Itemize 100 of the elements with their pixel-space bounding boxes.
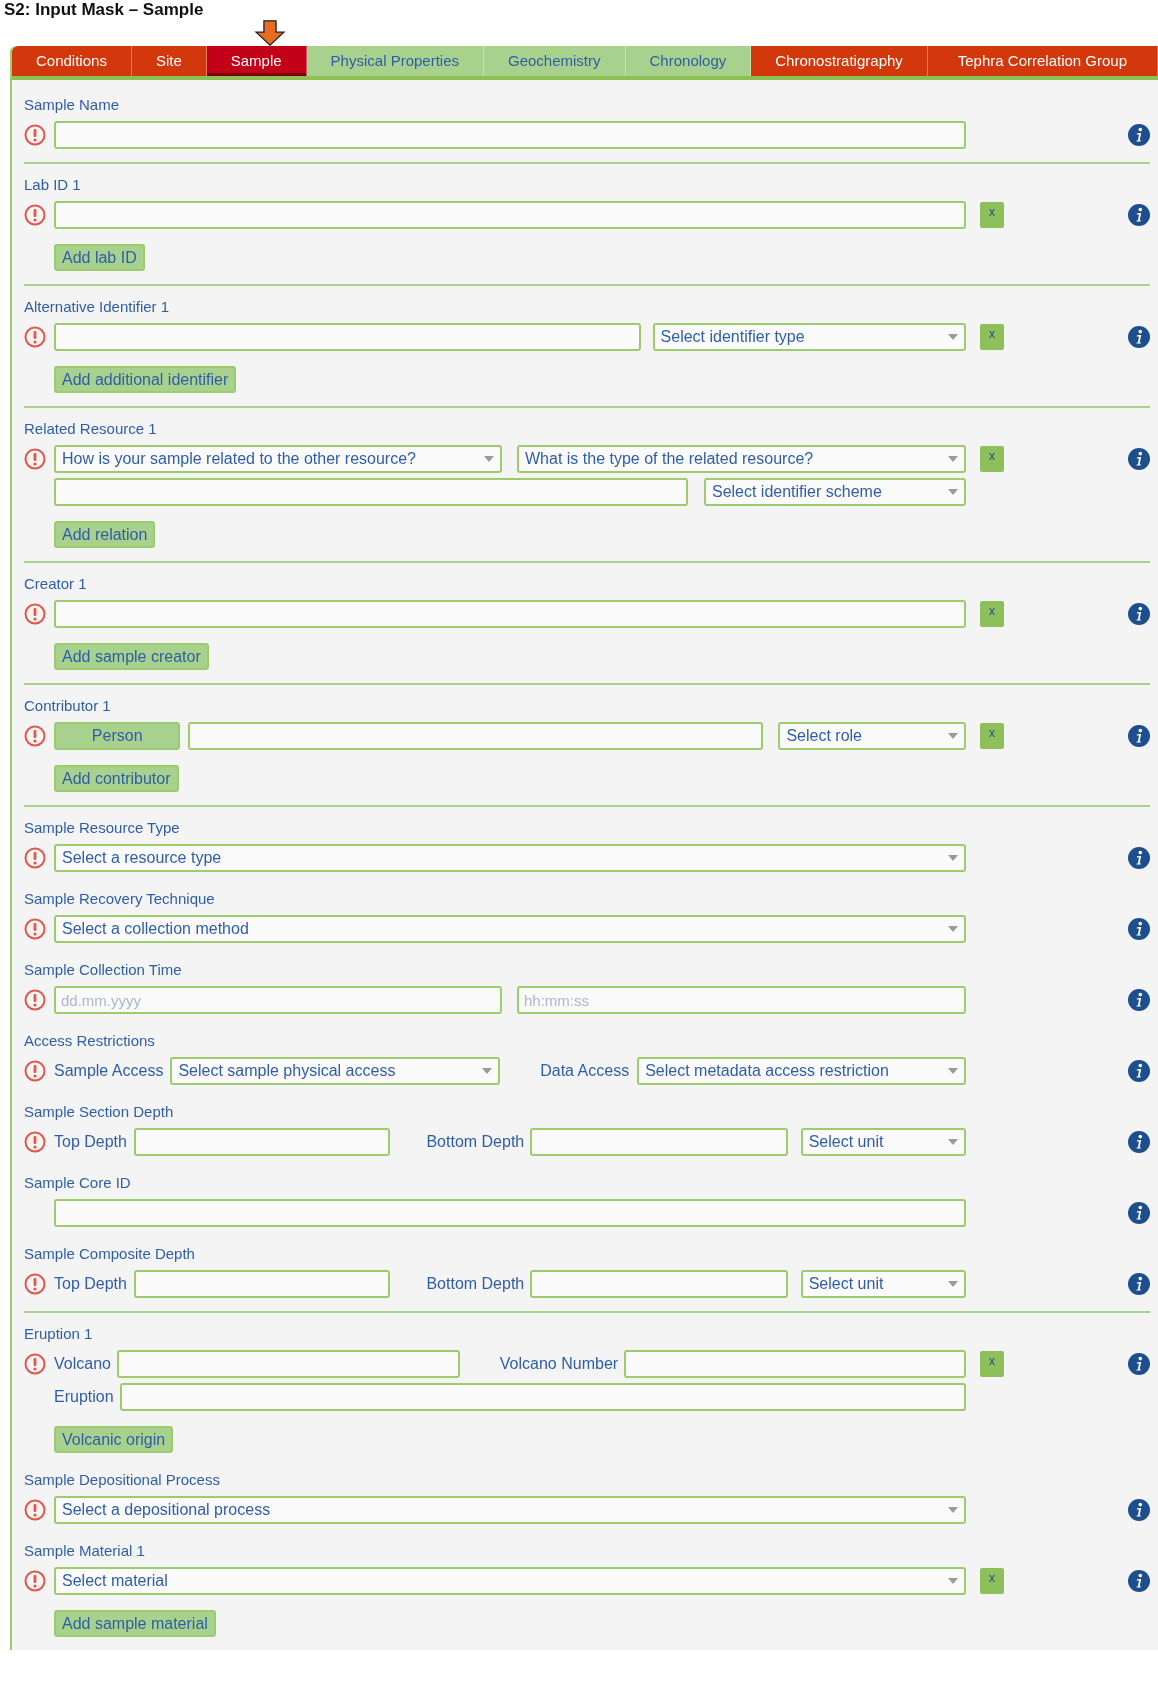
add-button[interactable]: Volcanic origin	[54, 1426, 174, 1453]
text-field[interactable]	[54, 323, 641, 351]
select-field[interactable]: Select identifier scheme	[703, 478, 966, 506]
add-button[interactable]: Add lab ID	[54, 244, 145, 271]
text-field[interactable]	[54, 1199, 966, 1227]
figure-title: S2: Input Mask – Sample	[3, 0, 205, 20]
text-field[interactable]	[133, 1128, 391, 1156]
dropdown-caret-icon	[948, 1507, 958, 1513]
select-field[interactable]: Select material	[54, 1567, 966, 1595]
alert-icon	[24, 1131, 46, 1153]
select-field[interactable]: Select role	[778, 722, 966, 750]
alert-icon	[24, 603, 46, 625]
info-icon[interactable]	[1128, 1202, 1150, 1224]
section-label: Related Resource 1	[24, 420, 157, 438]
section-label: Access Restrictions	[24, 1032, 155, 1050]
section-label: Creator 1	[24, 575, 87, 593]
info-icon[interactable]	[1128, 725, 1150, 747]
dropdown-caret-icon	[948, 334, 958, 340]
section-label: Sample Material 1	[24, 1542, 145, 1560]
add-button[interactable]: Add sample material	[54, 1610, 216, 1637]
text-field[interactable]	[624, 1350, 966, 1378]
select-field[interactable]: Select identifier type	[652, 323, 966, 351]
text-field[interactable]: hh:mm:ss	[517, 986, 966, 1014]
alert-icon	[24, 989, 46, 1011]
remove-button[interactable]: x	[980, 723, 1004, 749]
text-field[interactable]	[54, 478, 688, 506]
text-field[interactable]: dd.mm.yyyy	[54, 986, 502, 1014]
info-icon[interactable]	[1128, 204, 1150, 226]
info-icon[interactable]	[1128, 989, 1150, 1011]
dropdown-caret-icon	[948, 733, 958, 739]
select-field[interactable]: What is the type of the related resource?	[517, 445, 966, 473]
info-icon[interactable]	[1128, 918, 1150, 940]
remove-button[interactable]: x	[980, 1568, 1004, 1594]
alert-icon	[24, 725, 46, 747]
info-icon[interactable]	[1128, 1060, 1150, 1082]
info-icon[interactable]	[1128, 448, 1150, 470]
add-button[interactable]: Add contributor	[54, 765, 179, 792]
section-label: Sample Composite Depth	[24, 1245, 195, 1263]
field-label: Bottom Depth	[426, 1133, 525, 1151]
text-field[interactable]	[188, 722, 764, 750]
tab[interactable]: Site	[131, 46, 207, 76]
select-field[interactable]: Select sample physical access	[170, 1057, 501, 1085]
down-arrow-icon	[252, 20, 288, 46]
info-icon[interactable]	[1128, 847, 1150, 869]
section-label: Sample Recovery Technique	[24, 890, 215, 908]
field-label: Bottom Depth	[426, 1275, 525, 1293]
remove-button[interactable]: x	[980, 1351, 1004, 1377]
alert-icon	[24, 1273, 46, 1295]
dropdown-caret-icon	[948, 1281, 958, 1287]
tab[interactable]: Chronology	[625, 46, 752, 76]
select-field[interactable]: Select a resource type	[54, 844, 966, 872]
info-icon[interactable]	[1128, 124, 1150, 146]
field-label: Eruption	[54, 1388, 114, 1406]
tab[interactable]: Geochemistry	[484, 46, 626, 76]
section-label: Alternative Identifier 1	[24, 298, 170, 316]
info-icon[interactable]	[1128, 1499, 1150, 1521]
add-button[interactable]: Add sample creator	[54, 643, 209, 670]
alert-icon	[24, 918, 46, 940]
info-icon[interactable]	[1128, 1353, 1150, 1375]
text-field[interactable]	[530, 1270, 788, 1298]
text-field[interactable]	[54, 121, 966, 149]
text-field[interactable]	[133, 1270, 391, 1298]
alert-icon	[24, 1353, 46, 1375]
tab[interactable]: Physical Properties	[306, 46, 484, 76]
remove-button[interactable]: x	[980, 601, 1004, 627]
section-label: Sample Collection Time	[24, 961, 182, 979]
select-field[interactable]: Select metadata access restriction	[637, 1057, 966, 1085]
text-field[interactable]	[116, 1350, 460, 1378]
info-icon[interactable]	[1128, 1131, 1150, 1153]
type-toggle-button[interactable]: Person	[54, 722, 181, 750]
add-button[interactable]: Add relation	[54, 521, 156, 548]
remove-button[interactable]: x	[980, 446, 1004, 472]
dropdown-caret-icon	[484, 456, 494, 462]
select-field[interactable]: Select a depositional process	[54, 1496, 966, 1524]
field-label: Data Access	[540, 1062, 630, 1080]
text-field[interactable]	[54, 600, 966, 628]
section-label: Sample Depositional Process	[24, 1471, 220, 1489]
text-field[interactable]	[530, 1128, 788, 1156]
select-field[interactable]: Select a collection method	[54, 915, 966, 943]
remove-button[interactable]: x	[980, 324, 1004, 350]
info-icon[interactable]	[1128, 326, 1150, 348]
tab[interactable]: Sample	[206, 46, 307, 76]
info-icon[interactable]	[1128, 603, 1150, 625]
text-field[interactable]	[54, 201, 966, 229]
select-field[interactable]: Select unit	[800, 1128, 966, 1156]
remove-button[interactable]: x	[980, 202, 1004, 228]
field-label: Volcano Number	[499, 1355, 619, 1373]
add-button[interactable]: Add additional identifier	[54, 366, 237, 393]
section-label: Contributor 1	[24, 697, 111, 715]
text-field[interactable]	[119, 1383, 966, 1411]
select-field[interactable]: Select unit	[800, 1270, 966, 1298]
tab[interactable]: Chronostratigraphy	[751, 46, 928, 76]
tab[interactable]: Conditions	[12, 46, 132, 76]
tab[interactable]: Tephra Correlation Group	[927, 46, 1158, 76]
alert-icon	[24, 124, 46, 146]
alert-icon	[24, 1060, 46, 1082]
select-field[interactable]: How is your sample related to the other resource?	[54, 445, 502, 473]
info-icon[interactable]	[1128, 1273, 1150, 1295]
alert-icon	[24, 1499, 46, 1521]
info-icon[interactable]	[1128, 1570, 1150, 1592]
